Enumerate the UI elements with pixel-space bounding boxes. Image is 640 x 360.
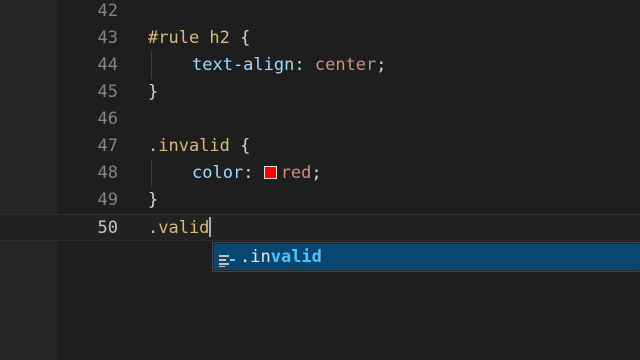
code-line[interactable]: 42 — [0, 0, 640, 25]
line-number: 46 — [97, 109, 118, 129]
css-value: center — [314, 55, 377, 75]
code-text: } — [148, 79, 158, 106]
line-number: 44 — [97, 55, 118, 75]
suggest-label-prefix: .in — [240, 247, 271, 267]
semicolon: ; — [376, 55, 387, 75]
code-text: color: red; — [192, 160, 322, 187]
css-selector: .invalid — [148, 136, 230, 156]
typed-selector: .valid — [148, 218, 210, 238]
code-text: text-align: center; — [192, 52, 387, 79]
color-swatch[interactable] — [263, 166, 277, 179]
code-text: #rule h2 { — [148, 25, 250, 52]
open-brace: { — [240, 28, 251, 48]
code-editor[interactable]: 42 43 #rule h2 { 44 text-align: center; … — [0, 0, 640, 360]
suggest-item-label: .invalid — [240, 244, 322, 270]
semicolon: ; — [311, 163, 322, 183]
line-number: 49 — [97, 190, 118, 210]
css-property: color — [192, 163, 244, 183]
suggest-item-selected[interactable]: .invalid — [214, 244, 640, 270]
close-brace: } — [148, 82, 159, 102]
colon: : — [243, 163, 254, 183]
suggest-label-match: valid — [270, 247, 322, 267]
code-line[interactable]: 47 .invalid { — [0, 133, 640, 160]
line-number: 42 — [97, 1, 118, 21]
code-line[interactable]: 48 color: red; — [0, 160, 640, 187]
line-number: 50 — [97, 218, 118, 238]
colon: : — [294, 55, 305, 75]
code-line[interactable]: 43 #rule h2 { — [0, 25, 640, 52]
css-value: red — [280, 163, 312, 183]
suggest-widget[interactable]: .invalid — [212, 242, 640, 272]
line-number: 47 — [97, 136, 118, 156]
code-line[interactable]: 49 } — [0, 187, 640, 214]
line-number: 43 — [97, 28, 118, 48]
text-cursor — [209, 217, 212, 237]
code-text: } — [148, 187, 158, 214]
code-line[interactable]: 45 } — [0, 79, 640, 106]
line-number: 45 — [97, 82, 118, 102]
indent-guide — [151, 160, 152, 187]
css-property: text-align — [192, 55, 295, 75]
code-text: .valid — [148, 215, 212, 242]
code-line[interactable]: 46 — [0, 106, 640, 133]
property-icon — [219, 250, 235, 267]
indent-guide — [151, 52, 152, 79]
code-line[interactable]: 44 text-align: center; — [0, 52, 640, 79]
line-number: 48 — [97, 163, 118, 183]
css-selector: #rule h2 — [148, 28, 230, 48]
open-brace: { — [240, 136, 251, 156]
close-brace: } — [148, 190, 159, 210]
current-code-line[interactable]: 50 .valid — [0, 214, 640, 241]
code-text: .invalid { — [148, 133, 250, 160]
